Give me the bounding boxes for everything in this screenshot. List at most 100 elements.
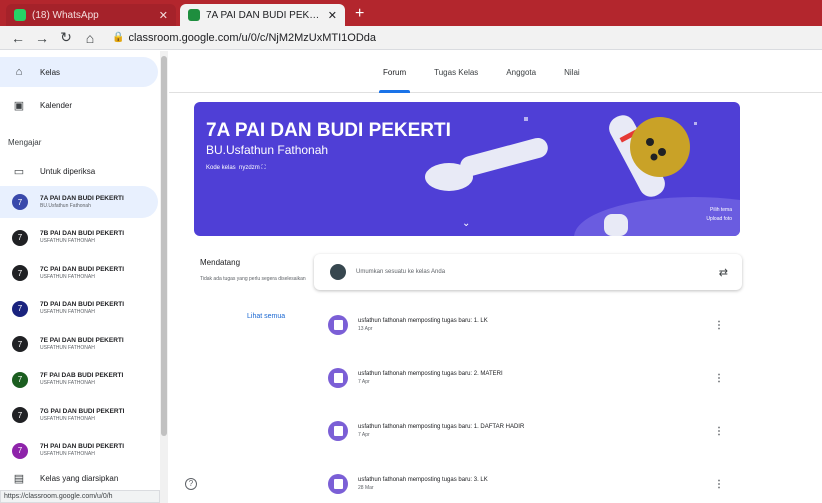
sidebar-class-item[interactable]: 7 7G PAI DAN BUDI PEKERTI USFATHUN FATHONA… (0, 399, 158, 431)
class-name: 7F PAI DAB BUDI PEKERTI (40, 372, 124, 379)
close-icon[interactable]: ✕ (328, 9, 337, 22)
post-title: usfathun fathonah memposting tugas baru:… (358, 371, 503, 377)
classroom-icon (188, 9, 200, 21)
class-text: 7F PAI DAB BUDI PEKERTI USFATHUN FATHONAH (40, 372, 123, 387)
tab-people[interactable]: Anggota (492, 51, 550, 93)
sidebar-class-item[interactable]: 7 7A PAI DAN BUDI PEKERTI BU.Usfathun Fath… (0, 186, 158, 218)
tab-classwork[interactable]: Tugas Kelas (420, 51, 492, 93)
class-code: Kode kelas nyzdzm ⛶ (206, 165, 266, 172)
class-teacher: USFATHUN FATHONAH (40, 344, 95, 351)
view-all-link[interactable]: Lihat semua (247, 313, 285, 320)
new-tab-button[interactable]: + (355, 5, 364, 23)
assignment-icon (328, 315, 348, 335)
chevron-down-icon[interactable]: ⌄ (462, 218, 470, 229)
home-icon: ⌂ (15, 66, 23, 78)
avatar (330, 264, 346, 280)
browser-tab-classroom[interactable]: 7A PAI DAN BUDI PEKERTI BU.Usf ✕ (180, 4, 345, 26)
class-avatar: 7 (12, 194, 28, 210)
sidebar-class-item[interactable]: 7 7H PAI DAN BUDI PEKERTI USFATHUN FATHONA… (0, 435, 158, 467)
upcoming-title: Mendatang (200, 258, 241, 267)
post-title: usfathun fathonah memposting tugas baru:… (358, 477, 488, 483)
screen: (18) WhatsApp ✕ 7A PAI DAN BUDI PEKERTI … (0, 0, 822, 503)
class-text: 7H PAI DAN BUDI PEKERTI USFATHUN FATHONAH (40, 443, 124, 458)
stream-post[interactable]: usfathun fathonah memposting tugas baru:… (314, 459, 742, 503)
class-teacher: USFATHUN FATHONAH (40, 415, 95, 422)
more-options-icon[interactable]: ⋮ (714, 320, 724, 331)
more-options-icon[interactable]: ⋮ (714, 373, 724, 384)
post-date: 7 Apr (358, 379, 370, 385)
post-date: 7 Apr (358, 432, 370, 438)
class-text: 7E PAI DAN BUDI PEKERTI USFATHUN FATHONAH (40, 337, 124, 352)
sidebar-item-kalender[interactable]: ▣ Kalender (0, 90, 158, 120)
fullscreen-icon[interactable]: ⛶ (261, 165, 265, 171)
tab-forum[interactable]: Forum (369, 51, 420, 93)
class-banner: 7A PAI DAN BUDI PEKERTI BU.Usfathun Fath… (194, 102, 740, 236)
class-title: 7A PAI DAN BUDI PEKERTI (206, 120, 451, 141)
more-options-icon[interactable]: ⋮ (714, 426, 724, 437)
class-text: 7G PAI DAN BUDI PEKERTI USFATHUN FATHONAH (40, 408, 124, 423)
sidebar-class-item[interactable]: 7 7B PAI DAN BUDI PEKERTI USFATHUN FATHONA… (0, 222, 158, 254)
sidebar-item-label: Untuk diperiksa (40, 166, 96, 176)
sidebar-item-review[interactable]: ▭ Untuk diperiksa (0, 156, 158, 186)
assignment-icon (328, 421, 348, 441)
repost-icon[interactable]: ⇄ (719, 266, 728, 279)
sidebar-item-kelas[interactable]: ⌂ Kelas (0, 57, 158, 87)
sidebar-class-item[interactable]: 7 7F PAI DAB BUDI PEKERTI USFATHUN FATHONA… (0, 364, 158, 396)
post-title: usfathun fathonah memposting tugas baru:… (358, 424, 525, 430)
sidebar-item-archived[interactable]: ▤ Kelas yang diarsipkan (0, 468, 158, 488)
stream-post[interactable]: usfathun fathonah memposting tugas baru:… (314, 300, 742, 350)
sidebar-scroll-thumb[interactable] (161, 56, 167, 436)
post-title: usfathun fathonah memposting tugas baru:… (358, 318, 488, 324)
sidebar-class-item[interactable]: 7 7C PAI DAN BUDI PEKERTI USFATHUN FATHONA… (0, 257, 158, 289)
post-body: usfathun fathonah memposting tugas baru:… (358, 424, 714, 438)
class-name: 7A PAI DAN BUDI PEKERTI (40, 194, 124, 202)
address-bar: ← → ↻ ⌂ 🔒 classroom.google.com/u/0/c/NjM… (0, 26, 822, 50)
class-teacher: BU.Usfathun Fathonah (206, 143, 329, 157)
help-icon[interactable]: ? (185, 478, 197, 490)
sidebar-item-label: Kalender (40, 100, 73, 110)
archive-icon: ▤ (13, 472, 25, 485)
upcoming-card: Mendatang Tidak ada tugas yang perlu seg… (200, 258, 312, 320)
announce-placeholder[interactable]: Umumkan sesuatu ke kelas Anda (356, 269, 719, 275)
folder-icon: ▭ (13, 165, 25, 178)
stream-post[interactable]: usfathun fathonah memposting tugas baru:… (314, 406, 742, 456)
class-text: 7C PAI DAN BUDI PEKERTI USFATHUN FATHONAH (40, 266, 124, 281)
sidebar-class-item[interactable]: 7 7E PAI DAN BUDI PEKERTI USFATHUN FATHONA… (0, 328, 158, 360)
upcoming-text: Tidak ada tugas yang perlu segera disele… (200, 276, 306, 282)
calendar-icon: ▣ (13, 99, 25, 112)
tab-grades[interactable]: Nilai (550, 51, 594, 93)
post-date: 13 Apr (358, 326, 373, 332)
upload-photo-link[interactable]: Upload foto (706, 215, 732, 224)
more-options-icon[interactable]: ⋮ (714, 479, 724, 490)
class-text: 7B PAI DAN BUDI PEKERTI USFATHUN FATHONAH (40, 230, 124, 245)
sidebar-class-item[interactable]: 7 7D PAI DAN BUDI PEKERTI USFATHUN FATHONA… (0, 293, 158, 325)
class-code-value[interactable]: nyzdzm (239, 165, 260, 171)
lock-icon[interactable]: 🔒 (112, 32, 124, 43)
assignment-icon (328, 474, 348, 494)
url-field[interactable]: classroom.google.com/u/0/c/NjM2MzUxMTI1O… (128, 32, 376, 44)
class-tabs: Forum Tugas Kelas Anggota Nilai (369, 51, 594, 93)
stream-post[interactable]: usfathun fathonah memposting tugas baru:… (314, 353, 742, 403)
home-icon[interactable]: ⌂ (80, 30, 100, 46)
reload-icon[interactable]: ↻ (56, 29, 76, 46)
close-icon[interactable]: ✕ (159, 9, 168, 22)
assignment-icon (328, 368, 348, 388)
class-text: 7A PAI DAN BUDI PEKERTI BU.Usfathun Fatho… (40, 195, 124, 210)
browser-tab-whatsapp[interactable]: (18) WhatsApp ✕ (6, 4, 176, 26)
back-icon[interactable]: ← (8, 30, 28, 46)
class-teacher: USFATHUN FATHONAH (40, 238, 95, 244)
class-top-nav: Forum Tugas Kelas Anggota Nilai (169, 51, 822, 93)
class-teacher: USFATHUN FATHONAH (40, 451, 95, 457)
announce-box[interactable]: Umumkan sesuatu ke kelas Anda ⇄ (314, 254, 742, 290)
tab-title: 7A PAI DAN BUDI PEKERTI BU.Usf (206, 9, 322, 21)
class-name: 7H PAI DAN BUDI PEKERTI (40, 443, 125, 450)
choose-theme-link[interactable]: Pilih tema (706, 206, 732, 215)
class-text: 7D PAI DAN BUDI PEKERTI USFATHUN FATHONAH (40, 301, 124, 316)
class-name: 7E PAI DAN BUDI PEKERTI (40, 336, 124, 344)
sidebar-item-label: Kelas (40, 67, 61, 77)
class-name: 7C PAI DAN BUDI PEKERTI (40, 265, 125, 273)
class-name: 7B PAI DAN BUDI PEKERTI (40, 230, 125, 237)
class-teacher: USFATHUN FATHONAH (40, 309, 95, 315)
forward-icon[interactable]: → (32, 30, 52, 46)
post-date: 28 Mar (358, 485, 374, 491)
